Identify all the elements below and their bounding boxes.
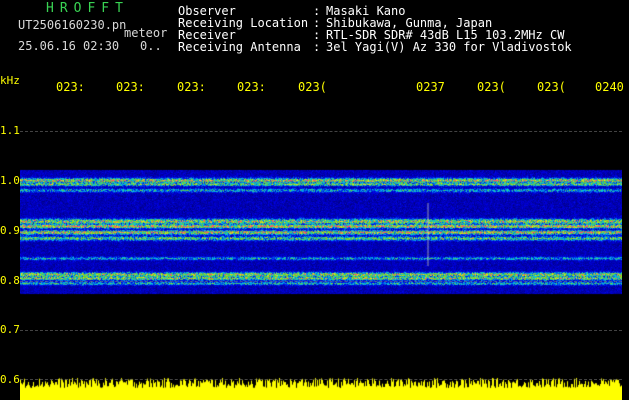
grid-line: [20, 379, 622, 380]
filename-text: UT2506160230.pn: [18, 18, 127, 32]
grid-line: [20, 330, 622, 331]
y-unit-label: kHz: [0, 74, 20, 87]
freq-tick-label: 1.0: [0, 174, 20, 187]
freq-tick-label: 0.8: [0, 274, 20, 287]
time-tick-label: 023(: [298, 80, 327, 94]
time-tick-label: 023:: [237, 80, 266, 94]
meteor-label: meteor: [124, 26, 168, 40]
freq-tick-label: 1.1: [0, 124, 20, 137]
freq-tick-label: 0.6: [0, 373, 20, 386]
time-tick-label: 0240: [595, 80, 624, 94]
time-tick-label: 023(: [477, 80, 506, 94]
antenna-label: Receiving Antenna: [178, 40, 301, 54]
time-tick-label: 0237: [416, 80, 445, 94]
time-tick-label: 023(: [537, 80, 566, 94]
time-tick-label: 023:: [116, 80, 145, 94]
counter-text: 0..: [140, 39, 162, 53]
freq-tick-label: 0.9: [0, 224, 20, 237]
date-time-text: 25.06.16 02:30: [18, 39, 120, 53]
grid-line: [20, 281, 622, 282]
grid-line: [20, 131, 622, 132]
antenna-sep: :: [313, 40, 321, 54]
grid-line: [20, 231, 622, 232]
app-title: HROFFT: [46, 1, 129, 16]
spectrogram-waterfall: [20, 98, 622, 400]
time-tick-label: 023:: [177, 80, 206, 94]
grid-line: [20, 181, 622, 182]
time-tick-label: 023:: [56, 80, 85, 94]
antenna-value: 3el Yagi(V) Az 330 for Vladivostok: [326, 40, 572, 54]
freq-tick-label: 0.7: [0, 323, 20, 336]
